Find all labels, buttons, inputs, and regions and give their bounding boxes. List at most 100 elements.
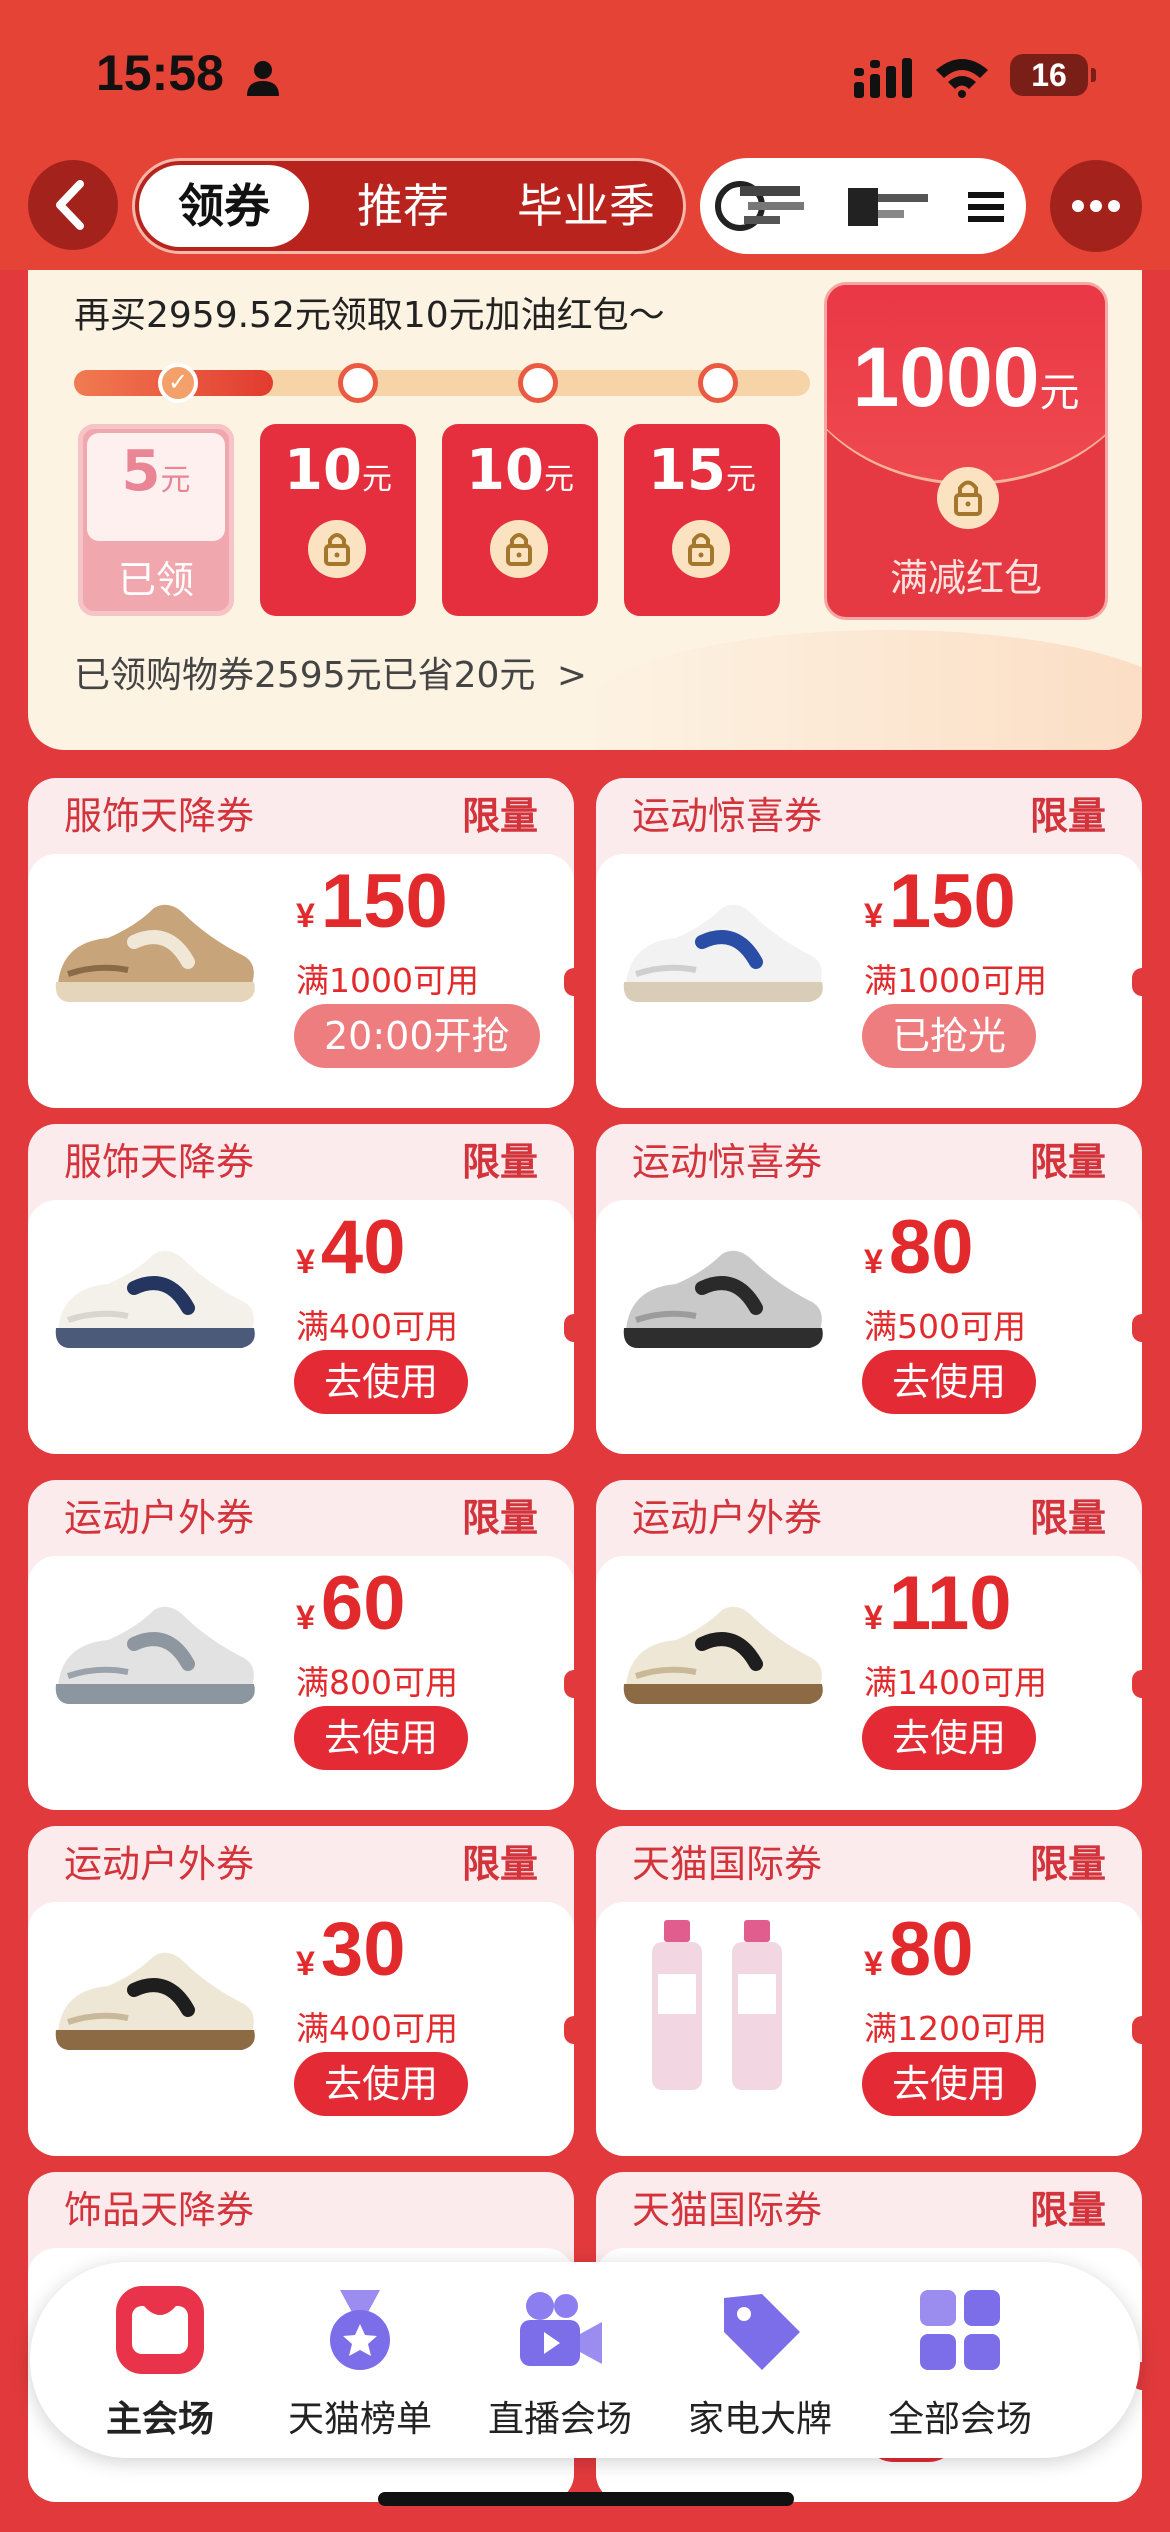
nav-bar: 领券 推荐 毕业季 xyxy=(0,150,1170,270)
ranking-medal-icon xyxy=(330,2290,390,2370)
saved-summary-link[interactable]: 已领购物券2595元已省20元 > xyxy=(74,646,587,698)
lock-icon xyxy=(937,467,999,529)
coupon-action-button[interactable]: 20:00开抢 xyxy=(294,1004,540,1068)
more-button[interactable] xyxy=(1050,160,1142,252)
blurred-logo-icon xyxy=(715,181,1004,231)
tier-envelope-locked[interactable]: 15元 xyxy=(624,424,780,616)
coupon-notch xyxy=(564,968,574,996)
coupon-limited-badge: 限量 xyxy=(1029,1140,1106,1184)
coupon-value: ¥80 xyxy=(864,1208,973,1302)
coupon-limited-badge: 限量 xyxy=(1029,1842,1106,1886)
coupon-card[interactable]: 运动惊喜券 限量 ¥80 满500可用去使用 xyxy=(596,1124,1142,1454)
main-venue-icon xyxy=(116,2286,204,2374)
tab-label: 全部会场 xyxy=(887,2399,1032,2440)
coupon-limited-badge: 限量 xyxy=(461,1140,538,1184)
bottom-tab-bar: 主会场 天猫榜单 直播会场 家电大牌 全部会场 xyxy=(30,2262,1140,2458)
tier-envelope-claimed[interactable]: 5元 已领 xyxy=(78,424,234,616)
coupon-action-button[interactable]: 去使用 xyxy=(294,1350,469,1414)
coupon-card[interactable]: 运动户外券 限量 ¥30 满400可用 去使用 xyxy=(28,1826,574,2156)
coupon-value: ¥60 xyxy=(296,1564,405,1658)
tier-amount: 10元 xyxy=(466,438,574,503)
coupon-title: 天猫国际券 xyxy=(632,2188,823,2232)
back-button[interactable] xyxy=(28,160,118,250)
checkpoint-done-icon: ✓ xyxy=(158,363,198,403)
tab-live-venue[interactable]: 直播会场 xyxy=(460,2280,660,2450)
currency-symbol: ¥ xyxy=(864,1599,883,1637)
home-indicator xyxy=(378,2492,794,2506)
coupon-amount: 60 xyxy=(320,1561,406,1646)
chevron-right-icon: > xyxy=(556,655,588,696)
reward-progress-card: 再买2959.52元领取10元加油红包～ ✓ 5元 已领 10元 10元 15元… xyxy=(28,270,1142,750)
tab-coupons[interactable]: 领券 xyxy=(139,165,309,247)
coupon-body: ¥40 满400可用去使用 xyxy=(28,1200,574,1454)
tab-main-venue[interactable]: 主会场 xyxy=(60,2280,260,2450)
grey-sneaker-image xyxy=(606,1212,836,1392)
coupon-condition: 满800可用 xyxy=(296,1663,458,1702)
tier-envelope-locked[interactable]: 10元 xyxy=(442,424,598,616)
person-icon xyxy=(247,61,279,96)
tab-graduation-season[interactable]: 毕业季 xyxy=(491,161,681,251)
lock-icon xyxy=(490,520,548,578)
coupon-card[interactable]: 天猫国际券 限量 ¥80 满1200可用 去使用 xyxy=(596,1826,1142,2156)
tab-recommended[interactable]: 推荐 xyxy=(333,161,473,251)
coupon-notch xyxy=(1132,1670,1142,1698)
coupon-title: 运动户外券 xyxy=(64,1496,255,1540)
tab-all-venues[interactable]: 全部会场 xyxy=(860,2280,1060,2450)
coupon-action-button[interactable]: 去使用 xyxy=(862,1706,1037,1770)
cream-black-sneaker-image xyxy=(38,1914,268,2094)
currency-symbol: ¥ xyxy=(296,1243,315,1281)
coupon-amount: 80 xyxy=(888,1907,974,1992)
coupon-value: ¥40 xyxy=(296,1208,405,1302)
big-red-envelope[interactable]: 1000元 满减红包 xyxy=(824,282,1108,620)
coupon-body: ¥110 满1400可用 去使用 xyxy=(596,1556,1142,1810)
coupon-limited-badge: 限量 xyxy=(461,1842,538,1886)
coupon-body: ¥80 满1200可用 去使用 xyxy=(596,1902,1142,2156)
coupon-title: 服饰天降券 xyxy=(64,1140,255,1184)
coupon-condition: 满1000可用 xyxy=(864,961,1047,1000)
coupon-title: 饰品天降券 xyxy=(64,2188,255,2232)
white-blue-sneaker-image xyxy=(606,866,836,1046)
coupon-body: ¥150 满1000可用 20:00开抢 xyxy=(28,854,574,1108)
coupon-condition: 满400可用 xyxy=(296,2009,458,2048)
coupon-title: 运动惊喜券 xyxy=(632,1140,823,1184)
coupon-value: ¥30 xyxy=(296,1910,405,2004)
coupon-action-button[interactable]: 已抢光 xyxy=(862,1004,1037,1068)
coupon-condition: 满400可用 xyxy=(296,1307,458,1346)
coupon-value: ¥150 xyxy=(296,862,448,956)
currency-symbol: ¥ xyxy=(296,1945,315,1983)
decorative-wave xyxy=(588,630,1142,750)
coupon-action-button[interactable]: 去使用 xyxy=(862,2052,1037,2116)
tag-icon xyxy=(724,2294,800,2370)
coupon-limited-badge: 限量 xyxy=(1029,1496,1106,1540)
signal-icon xyxy=(854,58,912,98)
battery-indicator: 16 xyxy=(1010,54,1096,96)
coupon-condition: 满500可用 xyxy=(864,1307,1026,1346)
tab-tmall-ranking[interactable]: 天猫榜单 xyxy=(260,2280,460,2450)
coupon-action-button[interactable]: 去使用 xyxy=(294,2052,469,2116)
coupon-limited-badge: 限量 xyxy=(1029,794,1106,838)
coupon-title: 服饰天降券 xyxy=(64,794,255,838)
coupon-value: ¥150 xyxy=(864,862,1016,956)
mini-program-pill[interactable] xyxy=(700,158,1026,254)
coupon-card[interactable]: 运动户外券 限量 ¥110 满1400可用 去使用 xyxy=(596,1480,1142,1810)
tan-sneaker-image xyxy=(38,866,268,1046)
tab-label: 直播会场 xyxy=(487,2399,632,2440)
coupon-body: ¥30 满400可用去使用 xyxy=(28,1902,574,2156)
chevron-left-icon xyxy=(56,180,84,230)
currency-symbol: ¥ xyxy=(864,1243,883,1281)
coupon-action-button[interactable]: 去使用 xyxy=(294,1706,469,1770)
grid-icon xyxy=(920,2290,1000,2370)
coupon-card[interactable]: 运动户外券 限量 ¥60 满800可用 去使用 xyxy=(28,1480,574,1810)
tier-amount: 10元 xyxy=(284,438,392,503)
tier-envelope-locked[interactable]: 10元 xyxy=(260,424,416,616)
coupon-card[interactable]: 运动惊喜券 限量 ¥150 满1000可用已抢光 xyxy=(596,778,1142,1108)
more-dots-icon xyxy=(1072,200,1120,212)
coupon-condition: 满1400可用 xyxy=(864,1663,1047,1702)
tier-amount: 5元 xyxy=(121,439,191,504)
coupon-amount: 80 xyxy=(888,1205,974,1290)
tab-appliance-brands[interactable]: 家电大牌 xyxy=(660,2280,860,2450)
coupon-card[interactable]: 服饰天降券 限量 ¥150 满1000可用 20:00开抢 xyxy=(28,778,574,1108)
coupon-card[interactable]: 服饰天降券 限量 ¥40 满400可用去使用 xyxy=(28,1124,574,1454)
coupon-title: 运动惊喜券 xyxy=(632,794,823,838)
coupon-action-button[interactable]: 去使用 xyxy=(862,1350,1037,1414)
